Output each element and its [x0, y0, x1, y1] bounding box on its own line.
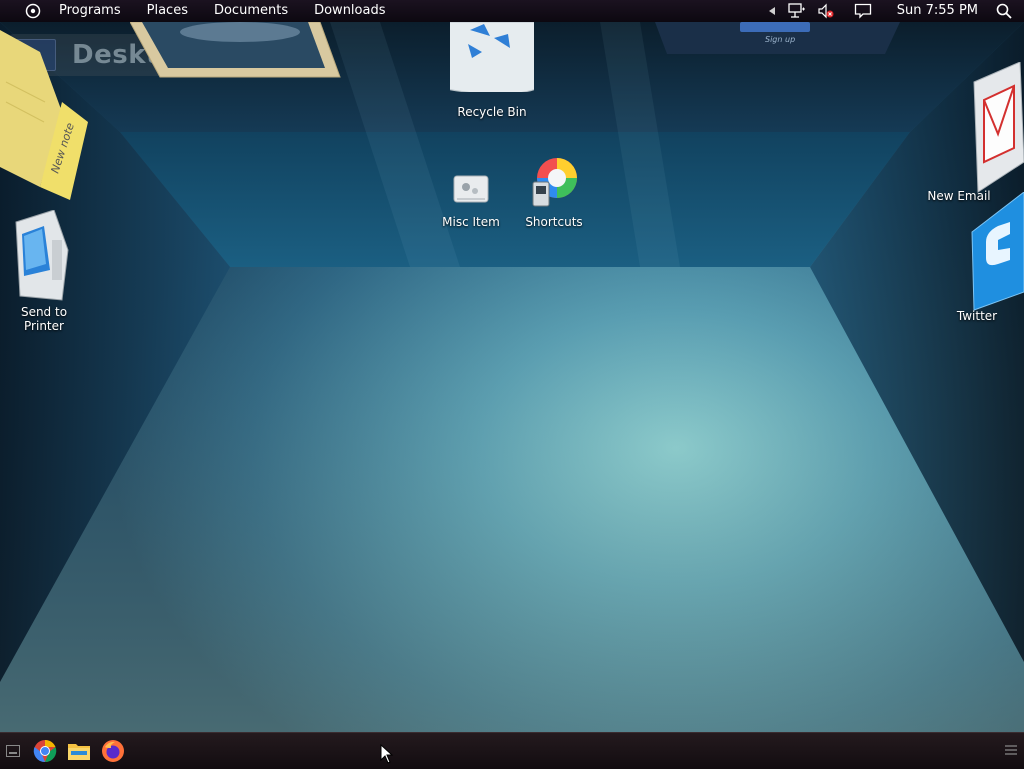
top-menubar: Programs Places Documents Downloads Sun … — [0, 0, 1024, 22]
folder-icon — [68, 744, 90, 760]
taskbar-firefox[interactable] — [98, 736, 128, 766]
menu-places[interactable]: Places — [134, 0, 201, 22]
misc-item[interactable]: Misc Item — [440, 174, 502, 229]
misc-item-icon — [453, 175, 489, 203]
search-icon[interactable] — [990, 0, 1018, 22]
start-circle-icon — [25, 3, 41, 19]
chrome-icon — [33, 739, 57, 763]
recycle-bin[interactable]: Recycle Bin — [424, 22, 553, 119]
menu-programs[interactable]: Programs — [46, 0, 134, 22]
shortcuts-colorful-icon — [532, 158, 577, 207]
system-tray: Sun 7:55 PM — [761, 0, 1024, 22]
shortcuts-label: Shortcuts — [525, 215, 583, 229]
clock[interactable]: Sun 7:55 PM — [879, 0, 990, 22]
menu-documents[interactable]: Documents — [201, 0, 301, 22]
taskbar-chrome[interactable] — [30, 736, 60, 766]
volume-muted-icon[interactable] — [811, 0, 841, 22]
misc-item-label: Misc Item — [442, 215, 500, 229]
taskbar-file-manager[interactable] — [64, 736, 94, 766]
sticky-note-icon[interactable]: New note — [0, 22, 92, 202]
signup-card-icon[interactable]: Sign up — [655, 22, 900, 58]
show-desktop-icon — [6, 745, 20, 757]
twitter[interactable]: Twitter — [946, 191, 1024, 323]
new-email[interactable]: New Email — [914, 61, 1024, 203]
send-to-printer-label-1: Send to — [20, 305, 68, 319]
taskbar-menu-icon[interactable] — [1004, 743, 1018, 757]
recycle-bin-label: Recycle Bin — [457, 105, 527, 119]
signup-label: Sign up — [765, 35, 795, 44]
network-icon[interactable] — [783, 0, 811, 22]
notification-message-icon[interactable] — [847, 0, 879, 22]
show-desktop-button[interactable] — [0, 736, 26, 766]
firefox-icon — [102, 740, 124, 762]
menu-downloads[interactable]: Downloads — [301, 0, 398, 22]
send-to-printer-label-2: Printer — [24, 319, 64, 333]
printer-icon — [15, 209, 69, 301]
room-background — [0, 22, 1024, 732]
mail-envelope-icon — [973, 61, 1024, 193]
send-to-printer[interactable]: Send to Printer — [0, 209, 88, 333]
twitter-icon — [971, 191, 1024, 311]
recycle-bin-icon — [424, 22, 553, 95]
taskbar — [0, 732, 1024, 769]
main-menu: Programs Places Documents Downloads — [46, 0, 399, 22]
picture-frame-icon[interactable] — [130, 22, 345, 80]
desktop-area[interactable]: Desktop Sign up New note Recycle Bin Mis… — [0, 22, 1024, 732]
tray-expand-arrow-icon[interactable] — [761, 0, 783, 22]
mouse-cursor-icon — [380, 744, 394, 764]
start-menu-button[interactable] — [20, 0, 46, 22]
shortcuts[interactable]: Shortcuts — [522, 156, 586, 229]
